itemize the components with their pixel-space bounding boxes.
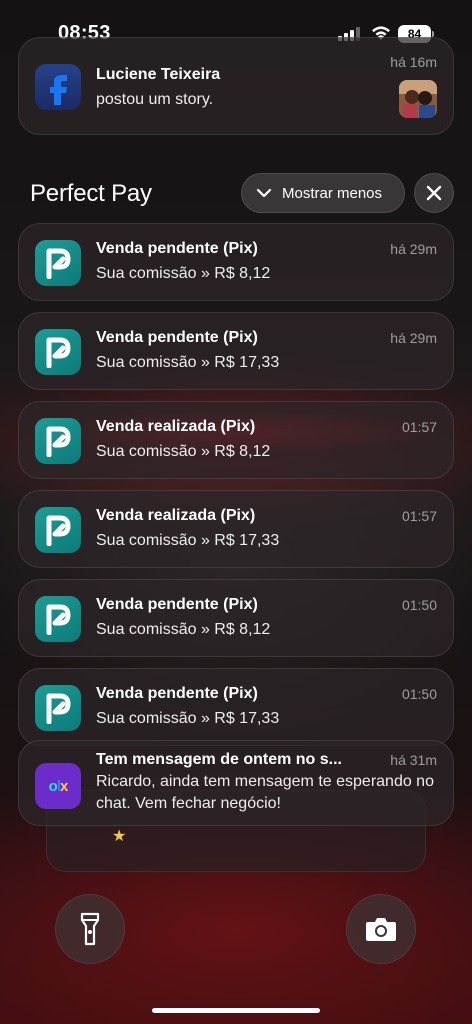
notification-body: Sua comissão » R$ 8,12 [96,443,271,460]
notification-time: há 16m [390,54,437,70]
perfect-pay-notification[interactable]: Venda realizada (Pix) Sua comissão » R$ … [18,401,454,479]
notification-body: Sua comissão » R$ 17,33 [96,354,280,371]
perfect-pay-icon [35,596,81,642]
notification-body: postou um story. [96,91,214,108]
perfect-pay-icon [35,418,81,464]
notification-title: Venda pendente (Pix) [96,596,258,613]
close-group-button[interactable] [414,173,454,213]
notification-time: há 29m [390,330,437,346]
perfect-pay-notification[interactable]: Venda pendente (Pix) Sua comissão » R$ 8… [18,579,454,657]
star-icon: ★ [112,828,127,845]
show-less-button[interactable]: Mostrar menos [241,173,405,213]
notification-time: 01:50 [401,597,437,613]
perfect-pay-notification[interactable]: Venda pendente (Pix) Sua comissão » R$ 8… [18,223,454,301]
notification-body: Sua comissão » R$ 8,12 [96,265,271,282]
group-title: Perfect Pay [30,180,152,207]
notification-time: 01:57 [401,508,437,524]
notification-time: há 29m [390,241,437,257]
facebook-notification[interactable]: Luciene Teixeira postou um story. há 16m [18,37,454,135]
notification-title: Venda pendente (Pix) [96,685,258,702]
close-icon [426,185,442,201]
perfect-pay-icon [35,685,81,731]
notification-title: Luciene Teixeira [96,66,221,83]
notification-body: Ricardo, ainda tem mensagem te esperando… [96,773,434,812]
notification-title: Tem mensagem de ontem no s... [96,751,342,768]
olx-notification[interactable]: olx Tem mensagem de ontem no s... Ricard… [18,740,454,826]
notification-title: Venda realizada (Pix) [96,418,256,435]
home-indicator[interactable] [152,1008,320,1013]
flashlight-icon [80,912,100,946]
perfect-pay-icon [35,240,81,286]
notification-title: Venda pendente (Pix) [96,329,258,346]
notification-time: 01:50 [401,686,437,702]
perfect-pay-icon [35,507,81,553]
notification-body: Sua comissão » R$ 17,33 [96,710,280,727]
perfect-pay-notification[interactable]: Venda pendente (Pix) Sua comissão » R$ 1… [18,312,454,390]
notification-title: Venda pendente (Pix) [96,240,258,257]
notification-title: Venda realizada (Pix) [96,507,256,524]
perfect-pay-icon [35,329,81,375]
notification-body: Sua comissão » R$ 17,33 [96,532,280,549]
notification-time: há 31m [390,752,437,768]
camera-icon [366,918,396,941]
facebook-icon [35,64,81,110]
show-less-label: Mostrar menos [282,184,383,202]
flashlight-button[interactable] [55,894,125,964]
camera-button[interactable] [346,894,416,964]
notification-body: Sua comissão » R$ 8,12 [96,621,271,638]
chevron-down-icon [256,188,272,198]
olx-icon: olx [35,763,81,809]
perfect-pay-notification[interactable]: Venda pendente (Pix) Sua comissão » R$ 1… [18,668,454,746]
story-thumbnail [399,80,437,118]
notification-time: 01:57 [401,419,437,435]
perfect-pay-notification[interactable]: Venda realizada (Pix) Sua comissão » R$ … [18,490,454,568]
